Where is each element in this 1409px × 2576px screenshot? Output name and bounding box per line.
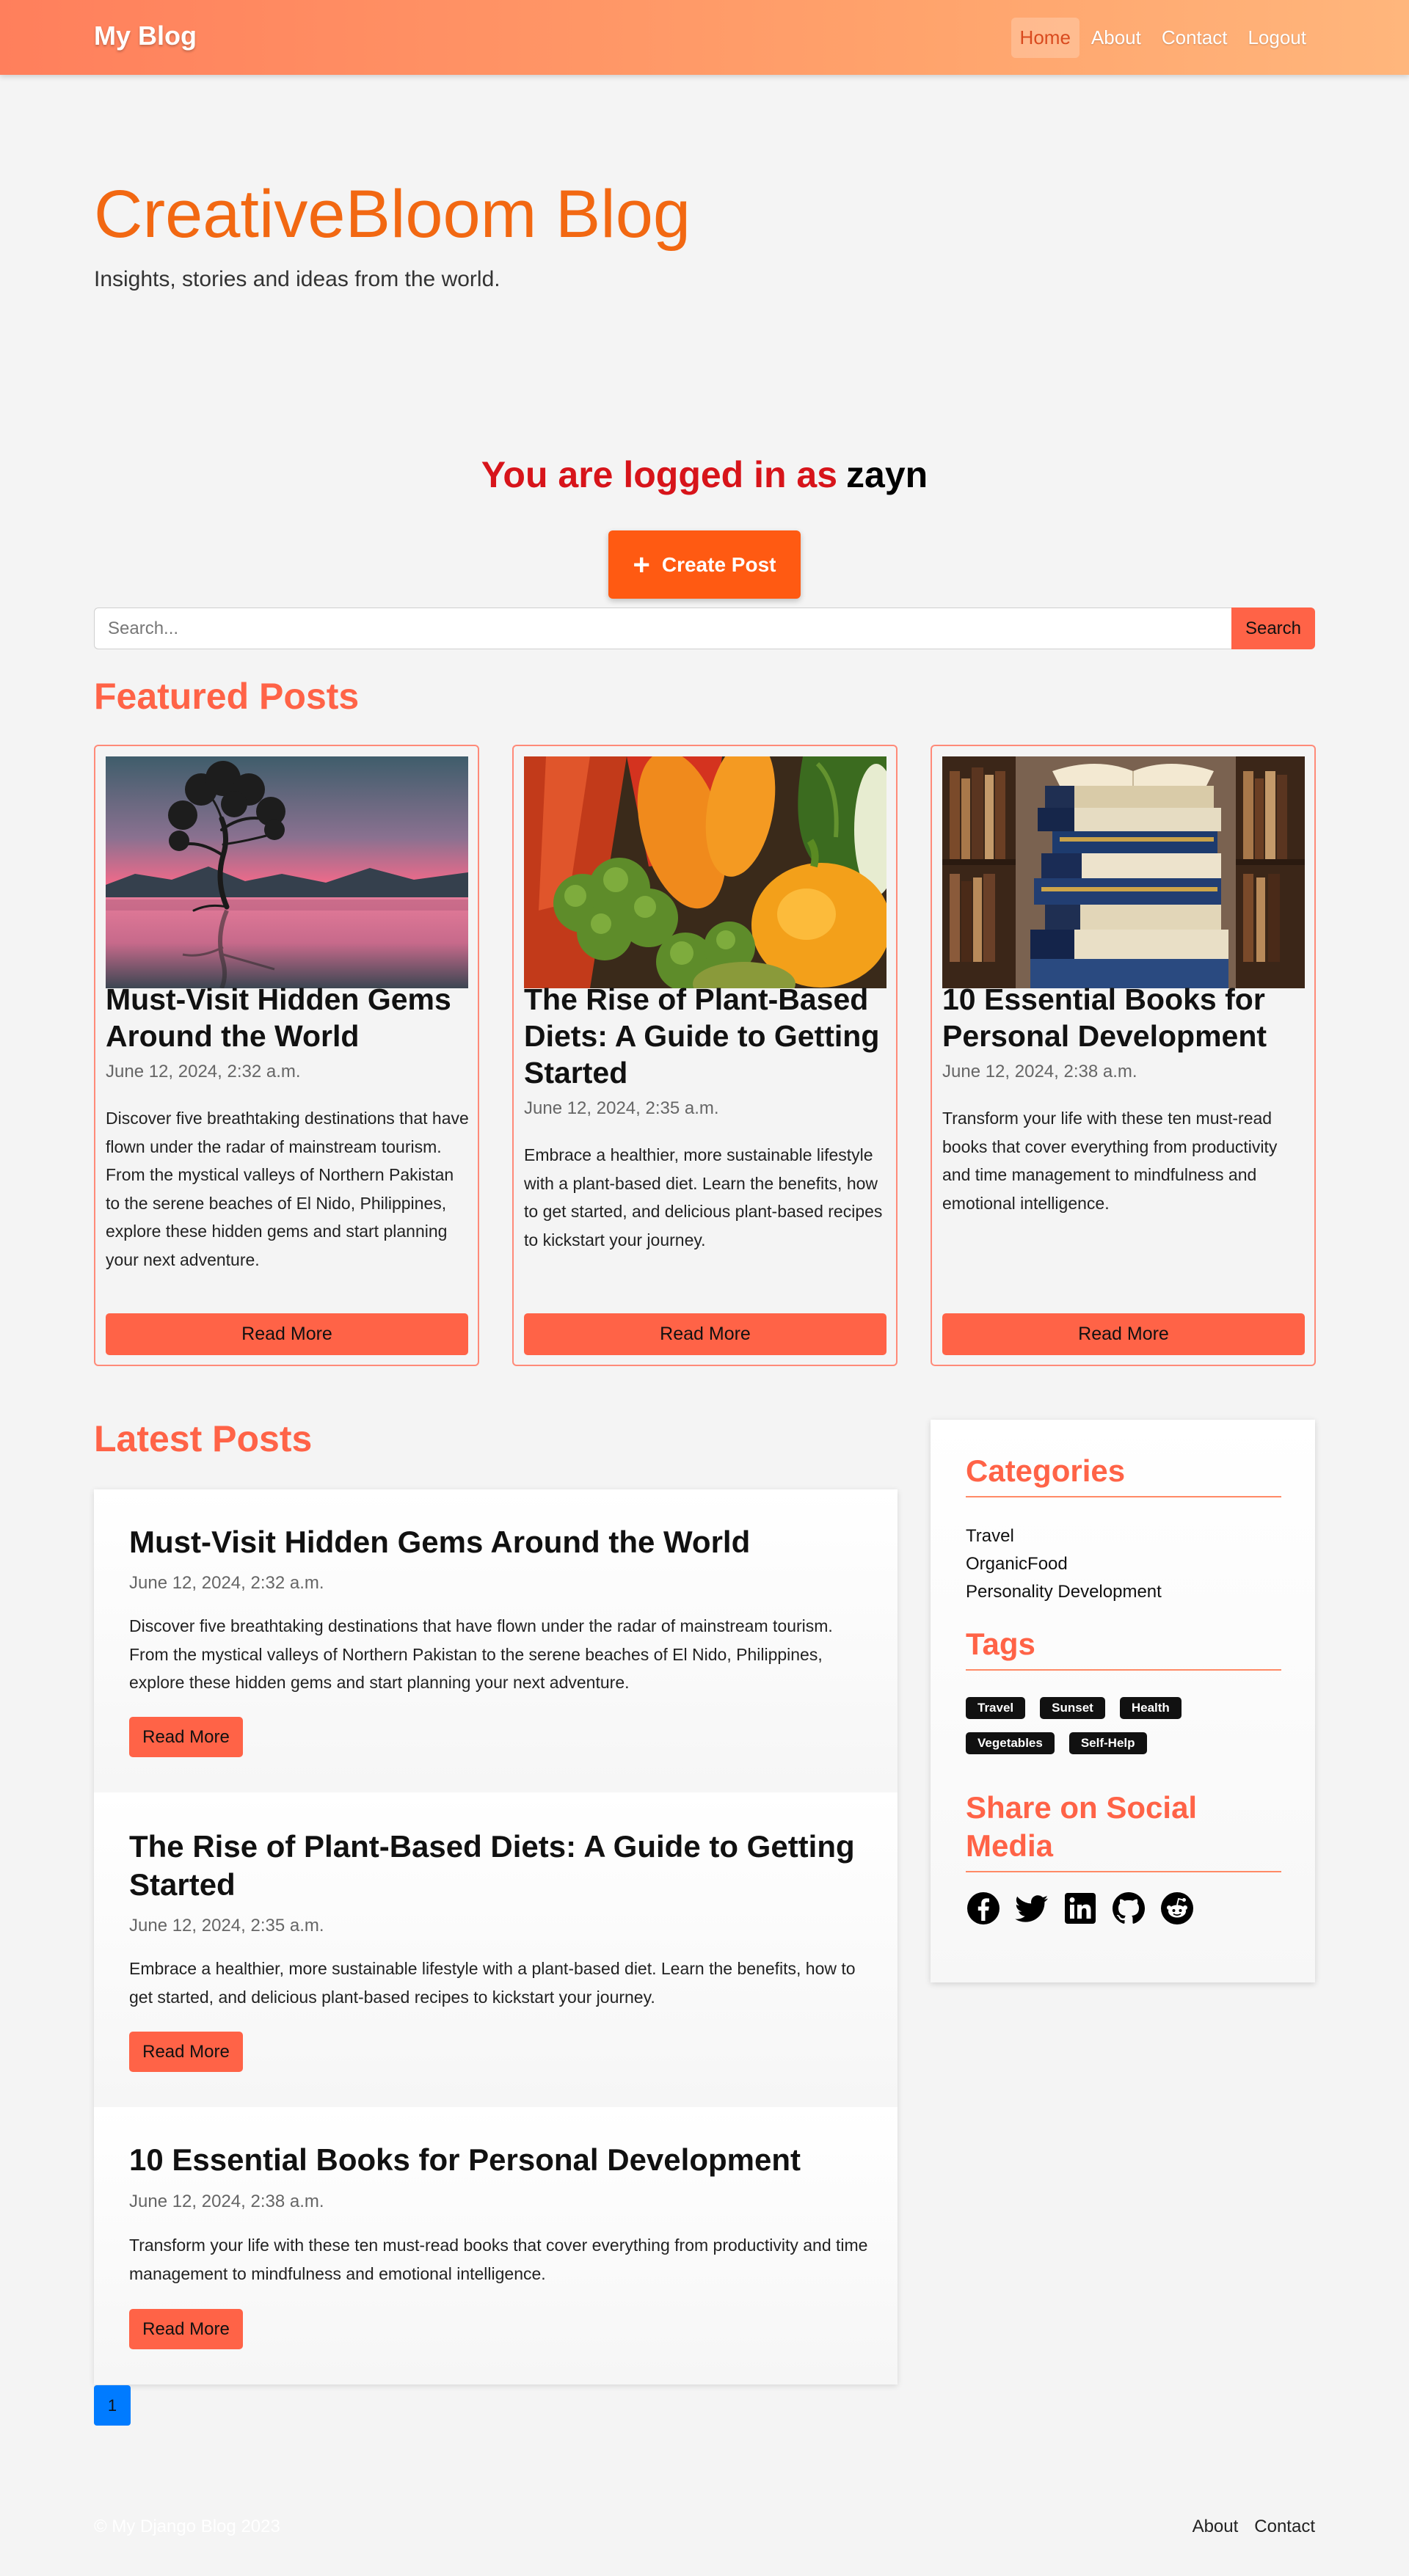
tag-travel[interactable]: Travel — [966, 1697, 1026, 1719]
read-more-button[interactable]: Read More — [129, 2309, 243, 2349]
tags-heading: Tags — [966, 1625, 1281, 1671]
category-link-organicfood[interactable]: OrganicFood — [966, 1550, 1162, 1578]
latest-post-title[interactable]: Must-Visit Hidden Gems Around the World — [129, 1523, 870, 1561]
nav-links: Home About Contact Logout — [1008, 18, 1315, 58]
navbar: My Blog Home About Contact Logout — [0, 0, 1409, 75]
featured-post-card: Must-Visit Hidden Gems Around the World … — [94, 745, 479, 1366]
pagination-page-1[interactable]: 1 — [94, 2385, 131, 2426]
twitter-icon[interactable] — [1014, 1891, 1049, 1926]
latest-post-item: The Rise of Plant-Based Diets: A Guide t… — [94, 1792, 898, 2107]
featured-post-date: June 12, 2024, 2:35 a.m. — [524, 1098, 719, 1118]
latest-post-date: June 12, 2024, 2:35 a.m. — [129, 1916, 324, 1935]
featured-post-title[interactable]: Must-Visit Hidden Gems Around the World — [106, 981, 473, 1054]
facebook-icon[interactable] — [966, 1891, 1001, 1926]
footer-links: About Contact — [1193, 2517, 1315, 2537]
social-links — [966, 1891, 1195, 1926]
reddit-icon[interactable] — [1159, 1891, 1195, 1926]
latest-post-item: 10 Essential Books for Personal Developm… — [94, 2107, 898, 2385]
featured-post-date: June 12, 2024, 2:38 a.m. — [942, 1062, 1137, 1081]
featured-post-title[interactable]: 10 Essential Books for Personal Developm… — [942, 981, 1309, 1054]
latest-post-excerpt: Discover five breathtaking destinations … — [129, 1616, 833, 1692]
hero-title: CreativeBloom Blog — [94, 177, 691, 252]
hero-subtitle: Insights, stories and ideas from the wor… — [94, 267, 500, 291]
featured-post-date: June 12, 2024, 2:32 a.m. — [106, 1062, 301, 1081]
sidebar: Categories Travel OrganicFood Personalit… — [931, 1420, 1315, 1982]
nav-link-home[interactable]: Home — [1011, 18, 1079, 58]
search-input[interactable] — [94, 607, 1231, 649]
featured-post-excerpt: Transform your life with these ten must-… — [942, 1109, 1278, 1213]
nav-link-contact[interactable]: Contact — [1153, 18, 1237, 58]
tag-self-help[interactable]: Self-Help — [1068, 1732, 1147, 1754]
featured-posts-heading: Featured Posts — [94, 676, 360, 717]
categories-heading: Categories — [966, 1452, 1281, 1497]
share-social-heading: Share on Social Media — [966, 1789, 1281, 1872]
read-more-button[interactable]: Read More — [106, 1313, 468, 1355]
footer-copyright: © My Django Blog 2023 — [94, 2517, 280, 2536]
featured-post-title[interactable]: The Rise of Plant-Based Diets: A Guide t… — [524, 981, 891, 1091]
read-more-button[interactable]: Read More — [942, 1313, 1305, 1355]
tag-sunset[interactable]: Sunset — [1040, 1697, 1105, 1719]
plus-icon: + — [633, 548, 650, 581]
read-more-button[interactable]: Read More — [129, 2032, 243, 2072]
footer-link-contact[interactable]: Contact — [1254, 2517, 1315, 2537]
latest-post-title[interactable]: The Rise of Plant-Based Diets: A Guide t… — [129, 1828, 870, 1904]
logged-in-label: You are logged in as — [481, 454, 838, 495]
create-post-button[interactable]: + Create Post — [608, 530, 801, 599]
tags-list: Travel Sunset Health Vegetables Self-Hel… — [966, 1697, 1289, 1767]
featured-post-card: The Rise of Plant-Based Diets: A Guide t… — [512, 745, 898, 1366]
tag-health[interactable]: Health — [1119, 1697, 1182, 1719]
latest-posts-heading: Latest Posts — [94, 1418, 313, 1459]
latest-post-date: June 12, 2024, 2:38 a.m. — [129, 2192, 324, 2211]
latest-post-item: Must-Visit Hidden Gems Around the World … — [94, 1489, 898, 1792]
latest-post-date: June 12, 2024, 2:32 a.m. — [129, 1573, 324, 1593]
linkedin-icon[interactable] — [1063, 1891, 1098, 1926]
featured-post-image-lake[interactable] — [106, 756, 468, 988]
footer-link-about[interactable]: About — [1193, 2517, 1239, 2537]
featured-post-image-vegetables[interactable] — [524, 756, 886, 988]
brand-logo[interactable]: My Blog — [94, 21, 197, 51]
latest-post-title[interactable]: 10 Essential Books for Personal Developm… — [129, 2141, 870, 2179]
logged-in-username: zayn — [846, 454, 928, 495]
featured-post-excerpt: Discover five breathtaking destinations … — [106, 1109, 469, 1269]
featured-post-image-books[interactable] — [942, 756, 1305, 988]
read-more-button[interactable]: Read More — [524, 1313, 886, 1355]
tag-vegetables[interactable]: Vegetables — [966, 1732, 1055, 1754]
nav-link-about[interactable]: About — [1082, 18, 1150, 58]
latest-post-excerpt: Embrace a healthier, more sustainable li… — [129, 1959, 856, 2007]
latest-posts-list: Must-Visit Hidden Gems Around the World … — [94, 1489, 898, 2385]
category-link-personality-development[interactable]: Personality Development — [966, 1578, 1162, 1606]
latest-post-excerpt: Transform your life with these ten must-… — [129, 2236, 868, 2283]
logged-in-status: You are logged in as zayn — [0, 453, 1409, 496]
featured-post-excerpt: Embrace a healthier, more sustainable li… — [524, 1145, 883, 1249]
read-more-button[interactable]: Read More — [129, 1717, 243, 1757]
nav-link-logout[interactable]: Logout — [1239, 18, 1315, 58]
category-link-travel[interactable]: Travel — [966, 1522, 1162, 1550]
search-button[interactable]: Search — [1231, 607, 1315, 649]
create-post-label: Create Post — [661, 552, 776, 576]
github-icon[interactable] — [1111, 1891, 1146, 1926]
categories-list: Travel OrganicFood Personality Developme… — [966, 1522, 1162, 1606]
featured-post-card: 10 Essential Books for Personal Developm… — [931, 745, 1316, 1366]
